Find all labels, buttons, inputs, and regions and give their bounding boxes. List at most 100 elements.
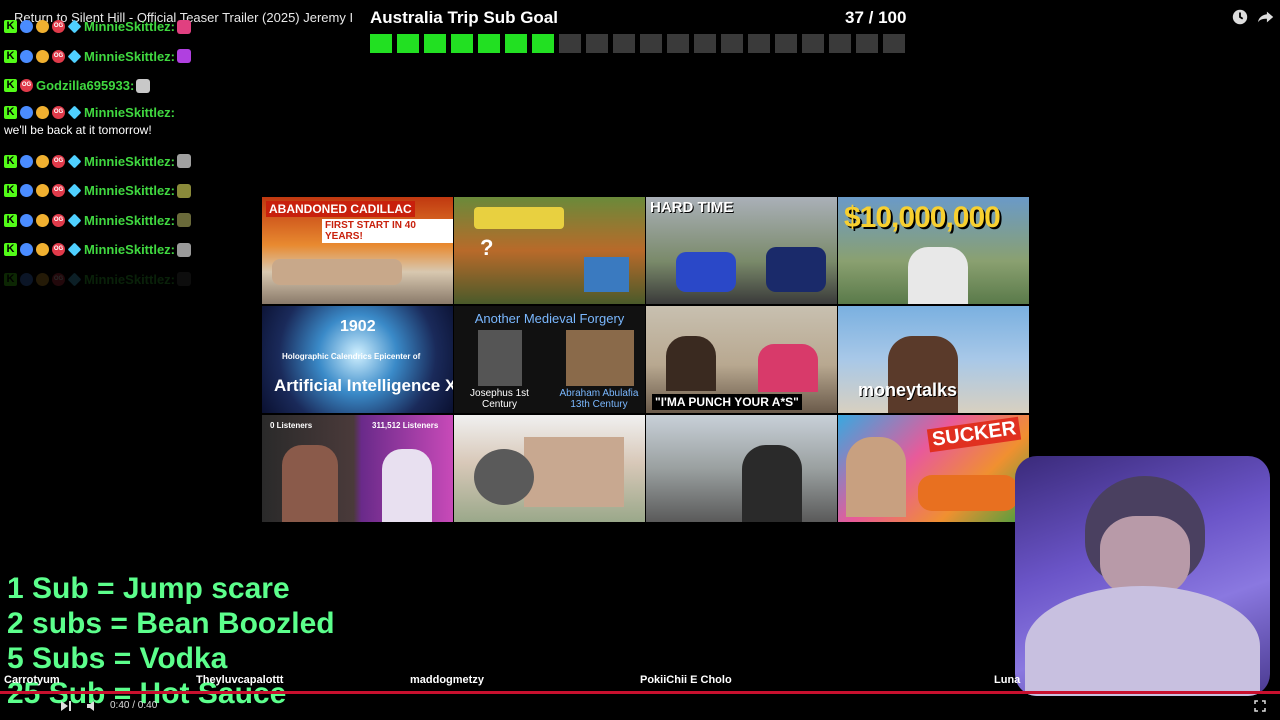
chat-message: K OG MinnieSkittlez: <box>4 206 264 236</box>
badge-icon <box>20 213 33 227</box>
emote-icon <box>177 49 192 64</box>
thumbnail-city-walk[interactable] <box>646 415 837 522</box>
og-badge-icon: OG <box>52 272 65 286</box>
video-thumbnail-grid: ABANDONED CADILLAC FIRST START IN 40 YEA… <box>262 197 1029 522</box>
thumbnail-caption: 0 Listeners <box>270 421 313 430</box>
share-icon[interactable] <box>1257 8 1275 26</box>
ticker-name: Carrotyum <box>4 674 60 686</box>
thumbnail-medieval-forgery[interactable]: Another Medieval Forgery Josephus 1st Ce… <box>454 306 645 413</box>
goal-segment <box>775 34 797 53</box>
diamond-badge-icon <box>67 183 82 198</box>
badge-icon <box>36 272 49 286</box>
goal-segment <box>748 34 770 53</box>
og-badge-icon: OG <box>52 243 65 257</box>
thumbnail-hard-time[interactable]: HARD TIME <box>646 197 837 304</box>
og-badge-icon: OG <box>52 154 65 168</box>
chat-username[interactable]: MinnieSkittlez: <box>84 183 175 198</box>
thumbnail-caption: ABANDONED CADILLAC <box>266 201 415 217</box>
badge-icon <box>20 49 33 63</box>
thumbnail-sniper[interactable]: ? <box>454 197 645 304</box>
emote-icon <box>177 19 192 34</box>
ticker-name: maddogmetzy <box>410 674 484 686</box>
goal-segment <box>370 34 392 53</box>
goal-segment <box>559 34 581 53</box>
goal-segment <box>694 34 716 53</box>
kick-badge-icon: K <box>4 20 17 34</box>
emote-icon <box>177 154 192 169</box>
player-controls: 0:40 / 0:40 <box>0 696 1280 716</box>
diamond-badge-icon <box>67 154 82 169</box>
badge-icon <box>20 184 33 198</box>
chat-username[interactable]: MinnieSkittlez: <box>84 213 175 228</box>
goal-segment <box>721 34 743 53</box>
thumbnail-extra: Abraham Abulafia 13th Century <box>559 388 639 410</box>
goal-segment <box>451 34 473 53</box>
goal-segment <box>424 34 446 53</box>
chat-username[interactable]: MinnieSkittlez: <box>84 49 175 64</box>
kick-badge-icon: K <box>4 272 17 286</box>
thumbnail-sucker[interactable]: SUCKER <box>838 415 1029 522</box>
chat-username[interactable]: MinnieSkittlez: <box>84 19 175 34</box>
fullscreen-icon[interactable] <box>1254 700 1266 712</box>
chat-username[interactable]: MinnieSkittlez: <box>84 154 175 169</box>
chat-username[interactable]: MinnieSkittlez: <box>84 105 175 120</box>
goal-segment <box>802 34 824 53</box>
og-badge-icon: OG <box>20 79 33 93</box>
clock-icon[interactable] <box>1231 8 1249 26</box>
goal-segment <box>856 34 878 53</box>
diamond-badge-icon <box>67 19 82 34</box>
badge-icon <box>36 213 49 227</box>
goal-segment <box>505 34 527 53</box>
thumbnail-caption: 1902 <box>340 318 376 335</box>
goal-segment <box>397 34 419 53</box>
og-badge-icon: OG <box>52 213 65 227</box>
badge-icon <box>36 243 49 257</box>
sub-tier-item: 1 Sub = Jump scare <box>7 572 290 605</box>
goal-segment <box>613 34 635 53</box>
goal-segment <box>667 34 689 53</box>
thumbnail-caption: Another Medieval Forgery <box>474 311 625 326</box>
thumbnail-subcaption: Josephus 1st Century <box>470 388 529 410</box>
ticker-names: Carrotyum Theyluvcapalottt maddogmetzy P… <box>0 674 1280 688</box>
chat-message: K OG Godzilla695933: <box>4 71 264 101</box>
chat-username[interactable]: Godzilla695933: <box>36 78 134 93</box>
badge-icon <box>36 49 49 63</box>
chat-message: K OG MinnieSkittlez: <box>4 42 264 72</box>
thumbnail-money-talks[interactable]: moneytalks <box>838 306 1029 413</box>
diamond-badge-icon <box>67 213 82 228</box>
chat-username[interactable]: MinnieSkittlez: <box>84 272 175 287</box>
og-badge-icon: OG <box>52 184 65 198</box>
thumbnail-artificial-intelligence[interactable]: 1902 Holographic Calendrics Epicenter of… <box>262 306 453 413</box>
thumbnail-ten-million[interactable]: $10,000,000 <box>838 197 1029 304</box>
kick-badge-icon: K <box>4 154 17 168</box>
ticker-name: PokiiChii E Cholo <box>640 674 732 686</box>
thumbnail-caption: "I'MA PUNCH YOUR A*S" <box>652 394 802 410</box>
chat-message: K OG MinnieSkittlez: <box>4 176 264 206</box>
kick-badge-icon: K <box>4 49 17 63</box>
volume-icon[interactable] <box>86 700 98 712</box>
chat-username[interactable]: MinnieSkittlez: <box>84 242 175 257</box>
kick-badge-icon: K <box>4 106 17 119</box>
thumbnail-palace[interactable] <box>454 415 645 522</box>
diamond-badge-icon <box>67 105 82 120</box>
thumbnail-punch[interactable]: "I'MA PUNCH YOUR A*S" <box>646 306 837 413</box>
og-badge-icon: OG <box>52 20 65 34</box>
chat-message: K OG MinnieSkittlez: we'll be back at it to… <box>4 101 264 147</box>
video-progress-bar[interactable] <box>0 691 1280 694</box>
emote-icon <box>177 213 192 228</box>
badge-icon <box>36 106 49 119</box>
goal-segment <box>640 34 662 53</box>
og-badge-icon: OG <box>52 106 65 119</box>
kick-badge-icon: K <box>4 79 17 93</box>
sub-goal-progress-bar <box>370 34 905 53</box>
emote-icon <box>177 183 192 198</box>
thumbnail-caption: SUCKER <box>926 416 1022 453</box>
chat-message: K OG MinnieSkittlez: <box>4 12 264 42</box>
next-icon[interactable] <box>60 700 72 712</box>
chat-panel: K OG MinnieSkittlez: K OG MinnieSkittlez: K OG G… <box>4 12 264 294</box>
thumbnail-cadillac[interactable]: ABANDONED CADILLAC FIRST START IN 40 YEA… <box>262 197 453 304</box>
badge-icon <box>20 243 33 257</box>
thumbnail-spotify-listeners[interactable]: 0 Listeners 311,512 Listeners <box>262 415 453 522</box>
sub-tier-item: 5 Subs = Vodka <box>7 642 228 675</box>
goal-segment <box>883 34 905 53</box>
